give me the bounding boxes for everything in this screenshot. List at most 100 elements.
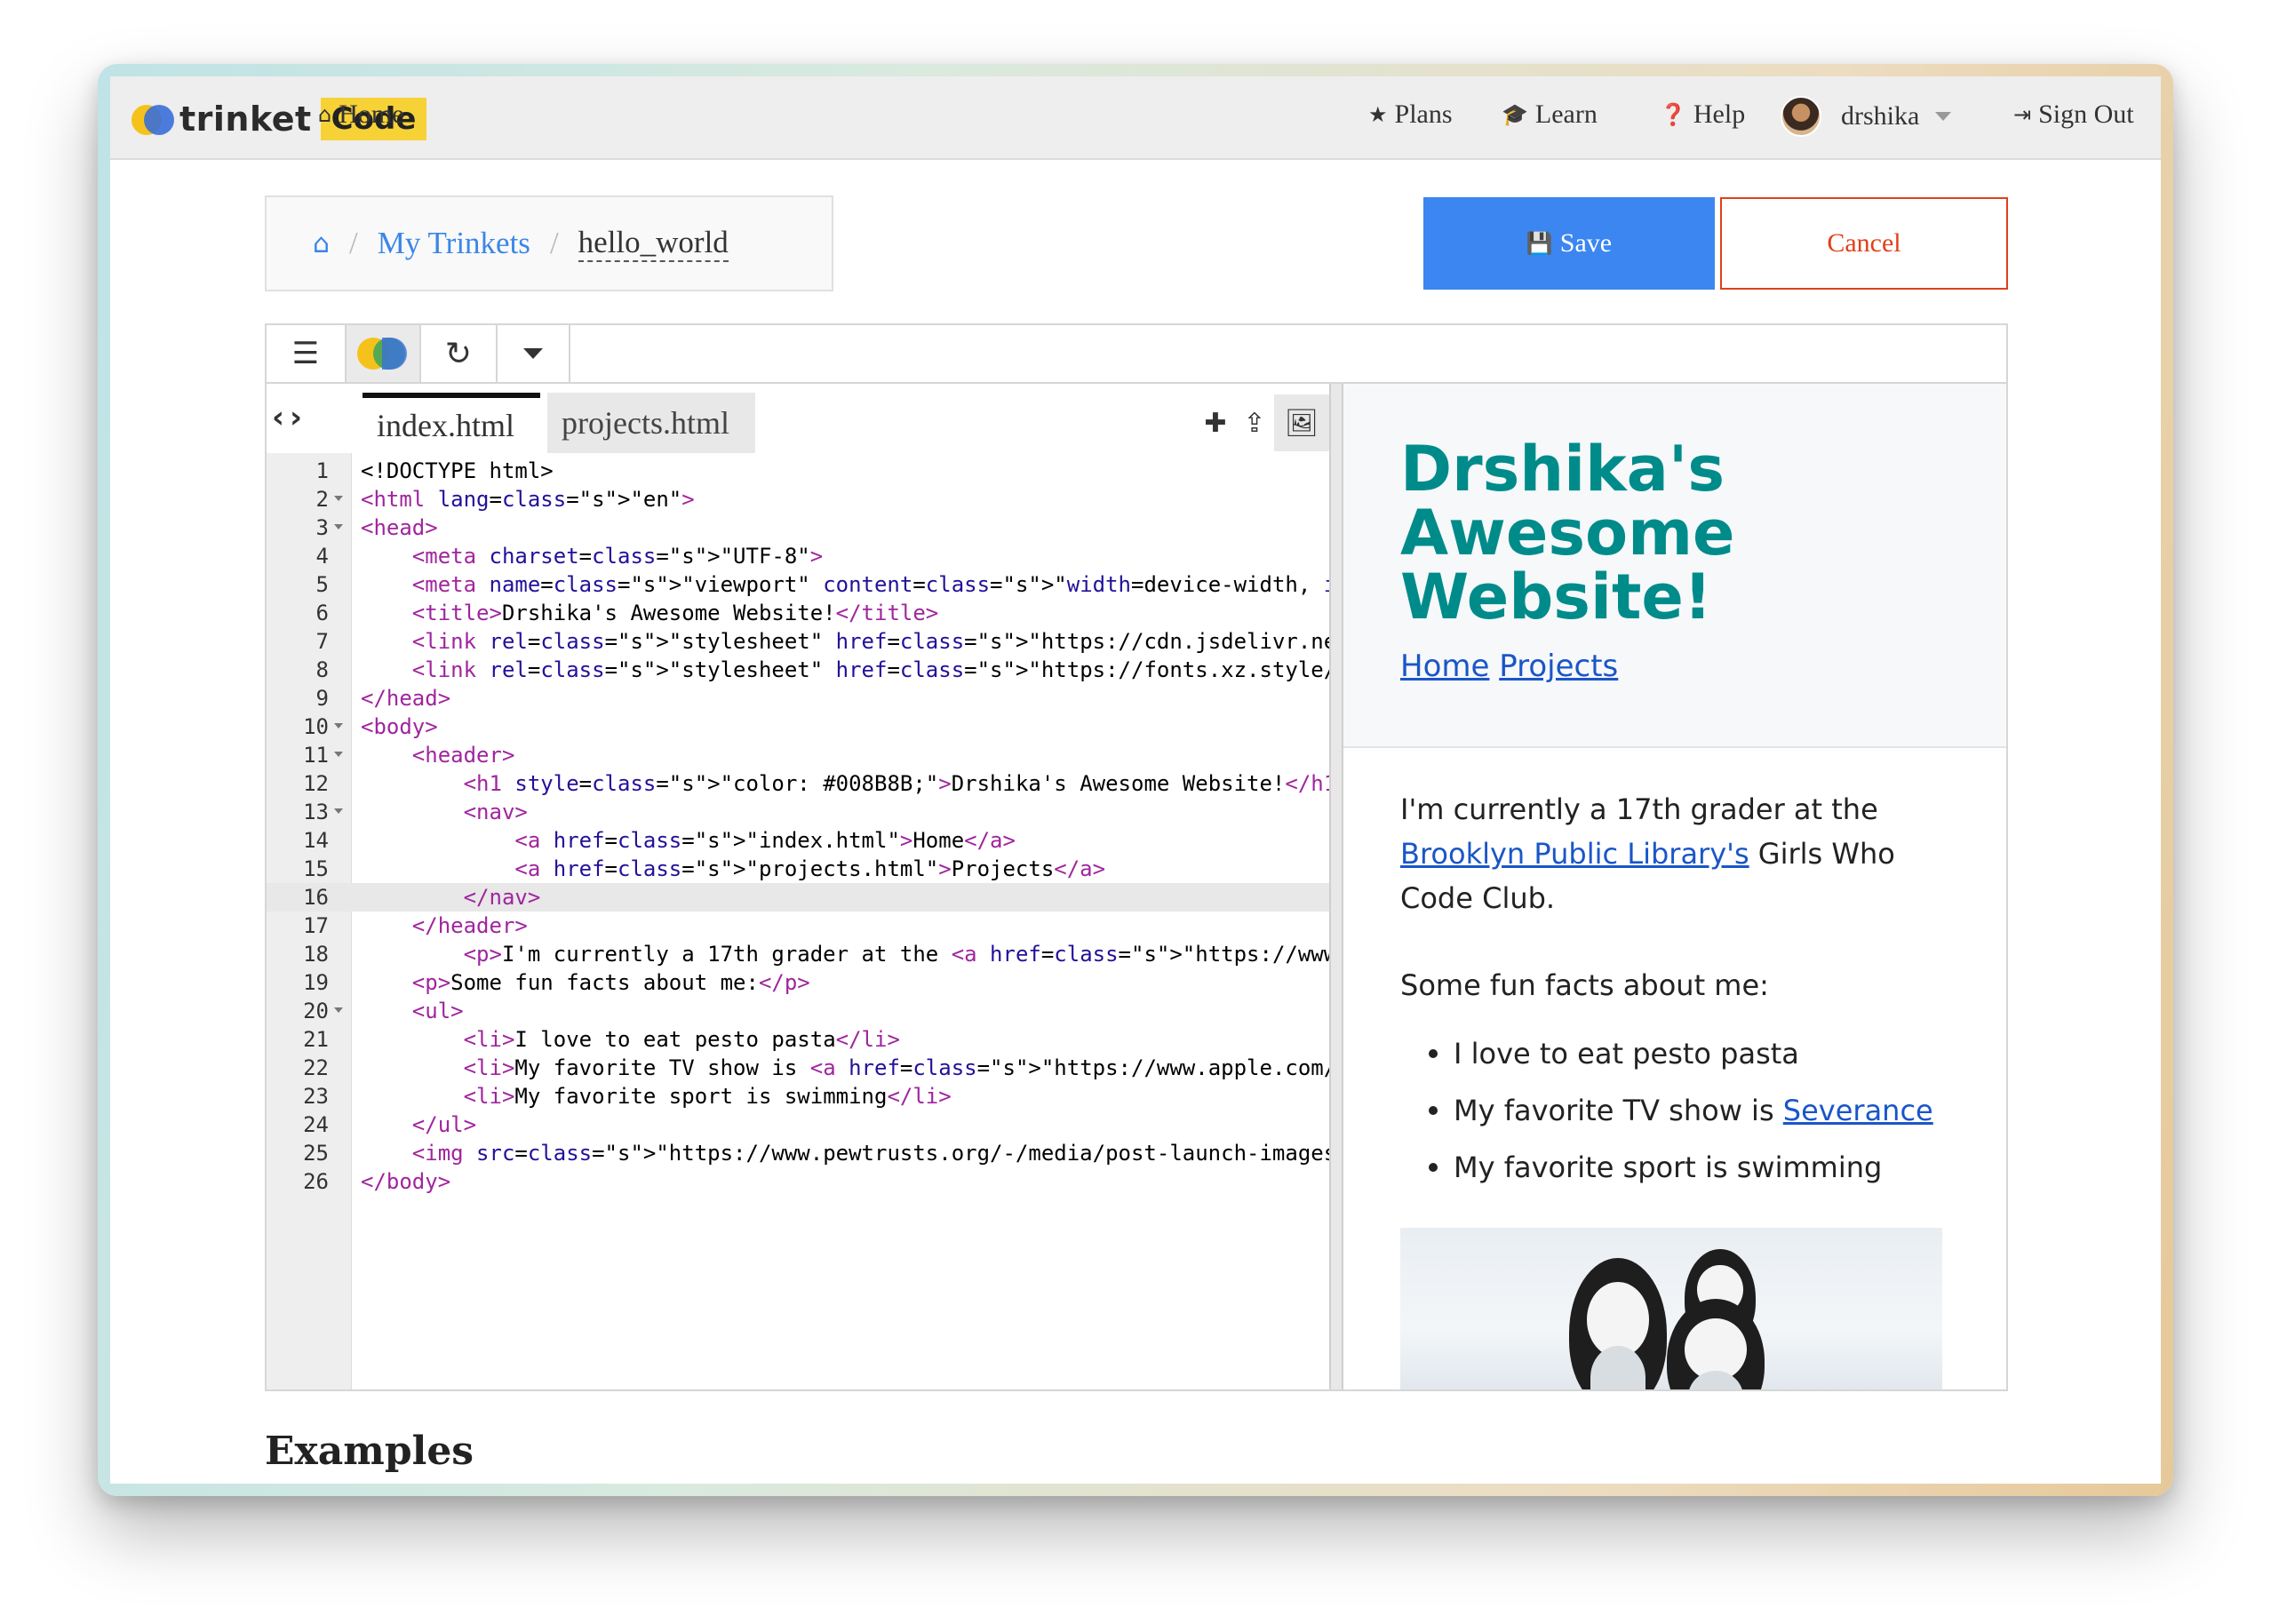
result-preview: Drshika's Awesome Website! Home Projects… [1343,384,2006,1389]
fold-toggle-icon[interactable] [334,723,343,728]
user-menu[interactable]: drshika [1781,96,1952,137]
list-item: My favorite TV show is Severance [1400,1082,1933,1139]
fold-toggle-icon[interactable] [334,1007,343,1013]
breadcrumb-my-trinkets[interactable]: My Trinkets [378,226,530,261]
code-line[interactable]: 20 <ul> [267,997,1329,1025]
save-button[interactable]: 💾 Save [1423,197,1715,290]
code-line[interactable]: 5 <meta name=class="s">"viewport" conten… [267,570,1329,599]
code-text: <p>I'm currently a 17th grader at the <a… [463,942,1329,967]
code-line[interactable]: 9 </head> [267,684,1329,712]
nav-home-label: Home [339,100,404,129]
code-line[interactable]: 13 <nav> [267,798,1329,826]
code-text: <li>My favorite TV show is <a href=class… [463,1055,1329,1080]
home-icon[interactable]: ⌂ [313,228,330,259]
preview-intro: I'm currently a 17th grader at the Brook… [1400,787,1951,920]
code-line[interactable]: 15 <a href=class="s">"projects.html">Pro… [267,855,1329,883]
line-number: 26 [303,1169,329,1194]
code-line[interactable]: 1 <!DOCTYPE html> [267,457,1329,485]
breadcrumb-separator: / [549,226,559,260]
preview-header: Drshika's Awesome Website! Home Projects [1343,384,2006,748]
line-number: 3 [315,515,329,540]
pane-splitter[interactable] [1329,384,1343,1389]
fold-toggle-icon[interactable] [334,496,343,501]
fold-toggle-icon[interactable] [334,808,343,814]
cancel-button[interactable]: Cancel [1720,197,2008,290]
code-text: <li>I love to eat pesto pasta</li> [463,1027,900,1052]
code-line[interactable]: 4 <meta charset=class="s">"UTF-8"> [267,542,1329,570]
line-number: 4 [315,544,329,569]
question-circle-icon: ❓ [1660,102,1686,127]
line-number: 10 [303,714,329,739]
code-text: <li>My favorite sport is swimming</li> [463,1084,952,1109]
code-line[interactable]: 22 <li>My favorite TV show is <a href=cl… [267,1054,1329,1082]
nav-learn[interactable]: 🎓 Learn [1502,100,1598,130]
code-text: <header> [411,743,515,768]
code-line[interactable]: 11 <header> [267,741,1329,769]
home-icon: ⌂ [318,102,332,127]
add-file-icon[interactable]: ✚ [1196,394,1235,451]
reset-icon[interactable]: ↻ [421,325,498,382]
code-line[interactable]: 16 </nav> [267,883,1329,912]
nav-sign-out[interactable]: ⇥ Sign Out [2013,100,2134,130]
line-number: 13 [303,800,329,824]
code-text: <p>Some fun facts about me:</p> [411,970,810,995]
library-link[interactable]: Brooklyn Public Library's [1400,837,1749,871]
logo-text: trinket [179,100,312,139]
code-text: <head> [361,515,438,540]
nav-help[interactable]: ❓ Help [1660,100,1745,130]
more-options-dropdown[interactable] [498,325,570,382]
fold-toggle-icon[interactable] [334,524,343,529]
tab-index-html[interactable]: index.html [363,393,540,453]
trinket-editor: ☰ ↻ ‹› index.html projects.html ✚ ⇪ 🖼 1 … [265,323,2008,1391]
code-line[interactable]: 14 <a href=class="s">"index.html">Home</… [267,826,1329,855]
avatar [1781,96,1821,137]
nav-home[interactable]: ⌂ Home [318,100,404,130]
preview-nav-home[interactable]: Home [1400,649,1489,684]
code-text: <!DOCTYPE html> [361,458,554,483]
code-text: <meta charset=class="s">"UTF-8"> [411,544,824,569]
save-label: Save [1559,228,1613,258]
floppy-disk-icon: 💾 [1526,231,1553,256]
trinket-logo-button[interactable] [347,325,421,382]
caret-down-icon [523,348,543,359]
menu-icon[interactable]: ☰ [267,325,347,382]
code-line[interactable]: 7 <link rel=class="s">"stylesheet" href=… [267,627,1329,656]
code-line[interactable]: 26 </body> [267,1167,1329,1196]
code-line[interactable]: 8 <link rel=class="s">"stylesheet" href=… [267,656,1329,684]
nav-plans[interactable]: ★ Plans [1368,100,1453,130]
code-line[interactable]: 10 <body> [267,712,1329,741]
code-line[interactable]: 21 <li>I love to eat pesto pasta</li> [267,1025,1329,1054]
fold-toggle-icon[interactable] [334,752,343,757]
code-text: <h1 style=class="s">"color: #008B8B;">Dr… [463,771,1329,796]
breadcrumb: ⌂ / My Trinkets / hello_world [265,195,833,291]
severance-link[interactable]: Severance [1783,1094,1933,1127]
code-line[interactable]: 2 <html lang=class="s">"en"> [267,485,1329,513]
tab-projects-html[interactable]: projects.html [547,393,755,453]
preview-nav-projects[interactable]: Projects [1499,649,1618,684]
code-text: </header> [411,913,528,938]
trinket-name[interactable]: hello_world [578,225,729,263]
line-number: 24 [303,1112,329,1137]
code-text: <title>Drshika's Awesome Website!</title… [411,601,939,625]
code-line[interactable]: 18 <p>I'm currently a 17th grader at the… [267,940,1329,968]
code-text-area[interactable]: 1 <!DOCTYPE html> 2 <html lang=class="s">"e… [267,453,1329,1389]
line-number: 25 [303,1141,329,1166]
file-actions: ✚ ⇪ 🖼 [1196,394,1329,451]
line-number: 23 [303,1084,329,1109]
fact-text: I love to eat pesto pasta [1454,1037,1799,1071]
code-line[interactable]: 12 <h1 style=class="s">"color: #008B8B;"… [267,769,1329,798]
line-number: 18 [303,942,329,967]
code-line[interactable]: 23 <li>My favorite sport is swimming</li… [267,1082,1329,1111]
code-line[interactable]: 24 </ul> [267,1111,1329,1139]
graduation-cap-icon: 🎓 [1502,102,1528,127]
code-line[interactable]: 17 </header> [267,912,1329,940]
code-line[interactable]: 6 <title>Drshika's Awesome Website!</tit… [267,599,1329,627]
code-line[interactable]: 25 <img src=class="s">"https://www.pewtr… [267,1139,1329,1167]
image-library-icon[interactable]: 🖼 [1274,394,1329,451]
code-line[interactable]: 3 <head> [267,513,1329,542]
code-text: <ul> [411,999,464,1023]
upload-icon[interactable]: ⇪ [1235,394,1274,451]
code-text: <body> [361,714,438,739]
toggle-panes-icon[interactable]: ‹› [272,400,307,435]
code-line[interactable]: 19 <p>Some fun facts about me:</p> [267,968,1329,997]
